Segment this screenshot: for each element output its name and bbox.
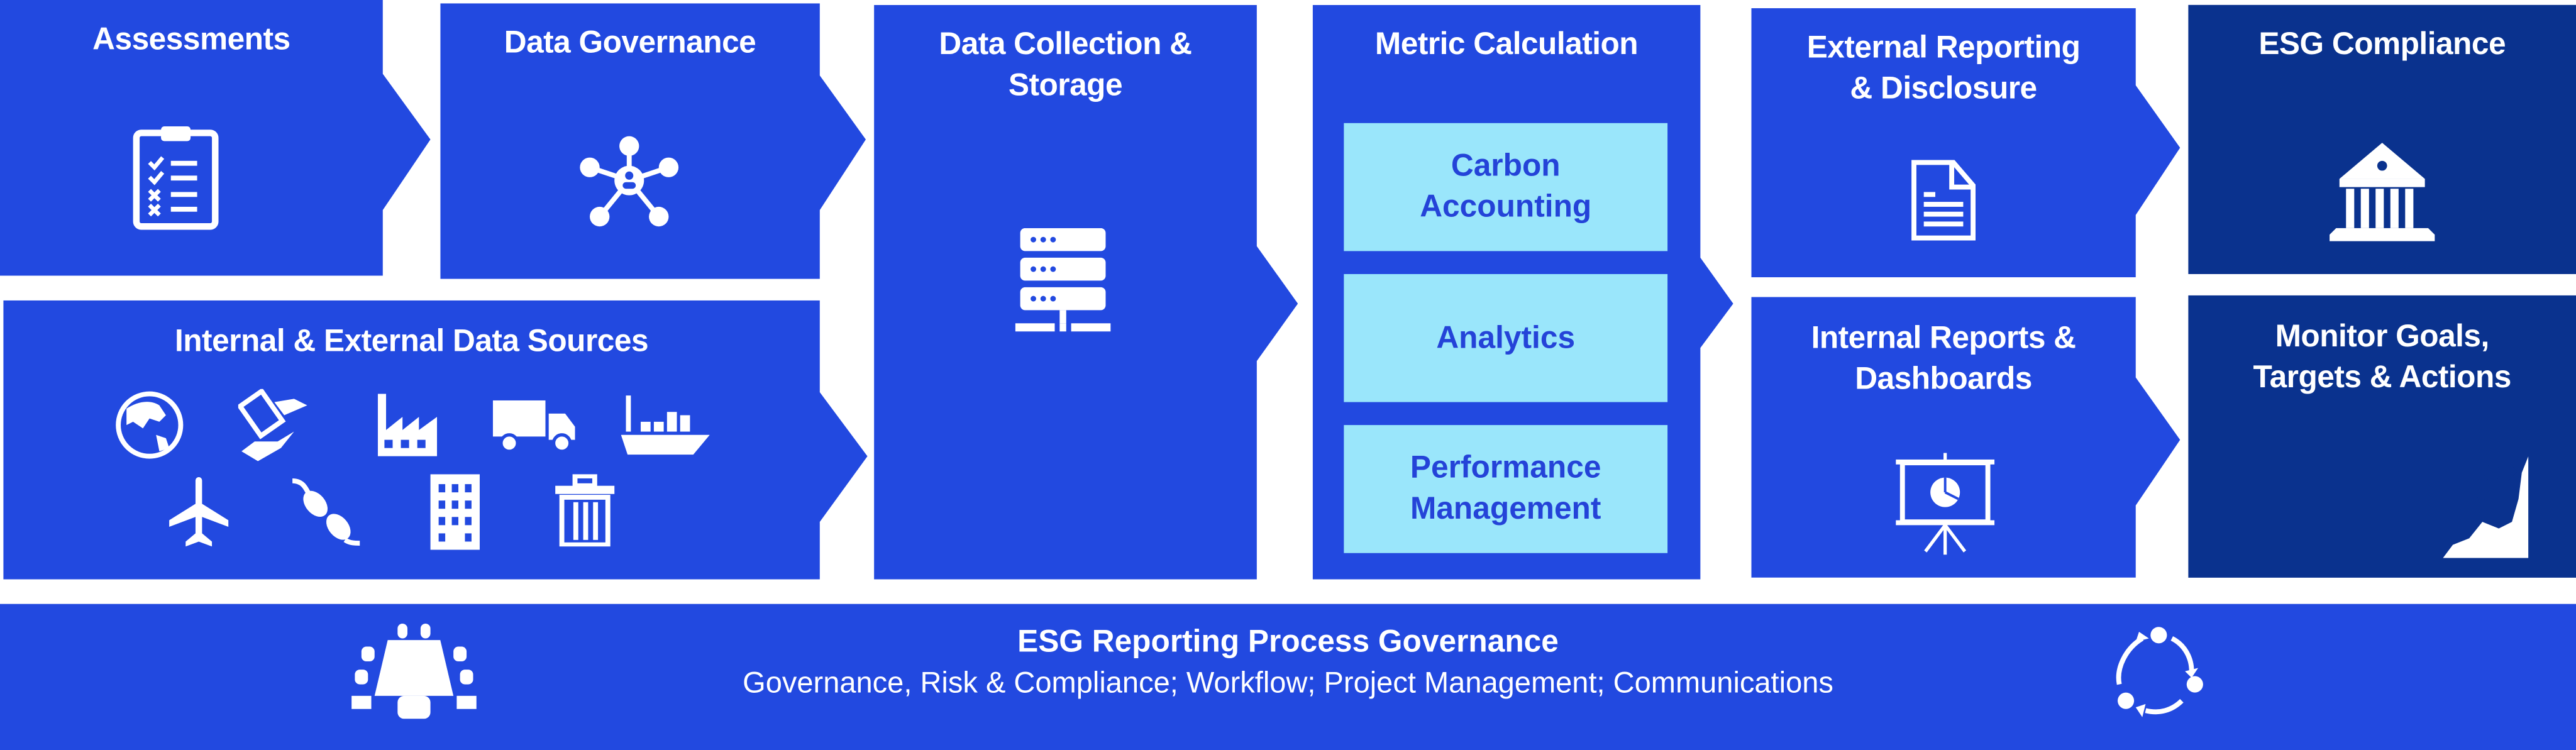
- document-icon: [1911, 159, 1977, 241]
- stage-esg-compliance: ESG Compliance: [2188, 4, 2576, 274]
- stage-title: Internal Reports & Dashboards: [1751, 318, 2135, 400]
- item-line: Management: [1410, 492, 1601, 527]
- stage-metric-calculation: Metric Calculation Carbon Accounting Anal…: [1312, 4, 1733, 580]
- title-line: Targets & Actions: [2253, 361, 2511, 396]
- stage-assessments: Assessments: [0, 0, 431, 276]
- stage-data-collection-storage: Data Collection & Storage: [874, 4, 1298, 580]
- title-line: & Disclosure: [1850, 72, 2037, 107]
- stage-external-reporting: External Reporting & Disclosure: [1751, 8, 2181, 278]
- title-line: External Reporting: [1806, 31, 2081, 66]
- truck-icon: [492, 397, 578, 453]
- network-user-icon: [577, 135, 682, 229]
- airplane-icon: [166, 474, 232, 547]
- ship-icon: [621, 392, 710, 458]
- factory-icon: [375, 390, 441, 456]
- climber-icon: [2443, 456, 2529, 558]
- plug-icon: [289, 474, 362, 546]
- esg-process-diagram: Assessments Data Governance Internal & E…: [0, 0, 2576, 750]
- title-line: Monitor Goals,: [2275, 320, 2490, 355]
- stage-monitor-goals: Monitor Goals, Targets & Actions: [2188, 295, 2576, 578]
- stage-title: External Reporting & Disclosure: [1751, 28, 2135, 110]
- metric-item-carbon-accounting: Carbon Accounting: [1344, 123, 1668, 251]
- item-line: Accounting: [1420, 190, 1592, 225]
- title-line: Data Collection &: [939, 28, 1192, 63]
- server-icon: [1015, 228, 1114, 332]
- item-line: Analytics: [1436, 321, 1576, 356]
- building-icon: [427, 471, 483, 550]
- stage-data-governance: Data Governance: [440, 3, 866, 279]
- metric-item-analytics: Analytics: [1344, 273, 1668, 402]
- stage-data-sources: Internal & External Data Sources: [3, 300, 868, 580]
- cycle-arrows-icon: [2109, 626, 2208, 720]
- money-hand-icon: [238, 389, 311, 461]
- stage-title: ESG Compliance: [2258, 28, 2506, 63]
- metric-item-performance-management: Performance Management: [1344, 425, 1668, 553]
- stage-title: Data Governance: [504, 26, 756, 61]
- title-line: Dashboards: [1855, 362, 2032, 397]
- clipboard-checklist-icon: [131, 123, 220, 231]
- stage-title: Monitor Goals, Targets & Actions: [2188, 317, 2576, 399]
- bank-building-icon: [2326, 143, 2438, 241]
- globe-icon: [113, 389, 185, 461]
- title-line: Storage: [1008, 69, 1123, 104]
- stage-title: Metric Calculation: [1374, 28, 1639, 63]
- title-line: Internal Reports &: [1811, 321, 2076, 356]
- stage-title: Internal & External Data Sources: [174, 324, 649, 360]
- item-line: Carbon: [1451, 149, 1561, 184]
- governance-bar: ESG Reporting Process Governance Governa…: [0, 604, 2576, 750]
- stage-title: Data Collection & Storage: [874, 25, 1257, 107]
- stage-title: Assessments: [92, 23, 290, 58]
- stage-internal-reports: Internal Reports & Dashboards: [1751, 297, 2181, 578]
- trash-icon: [552, 474, 618, 547]
- presentation-chart-icon: [1893, 453, 1998, 555]
- item-line: Performance: [1410, 451, 1601, 486]
